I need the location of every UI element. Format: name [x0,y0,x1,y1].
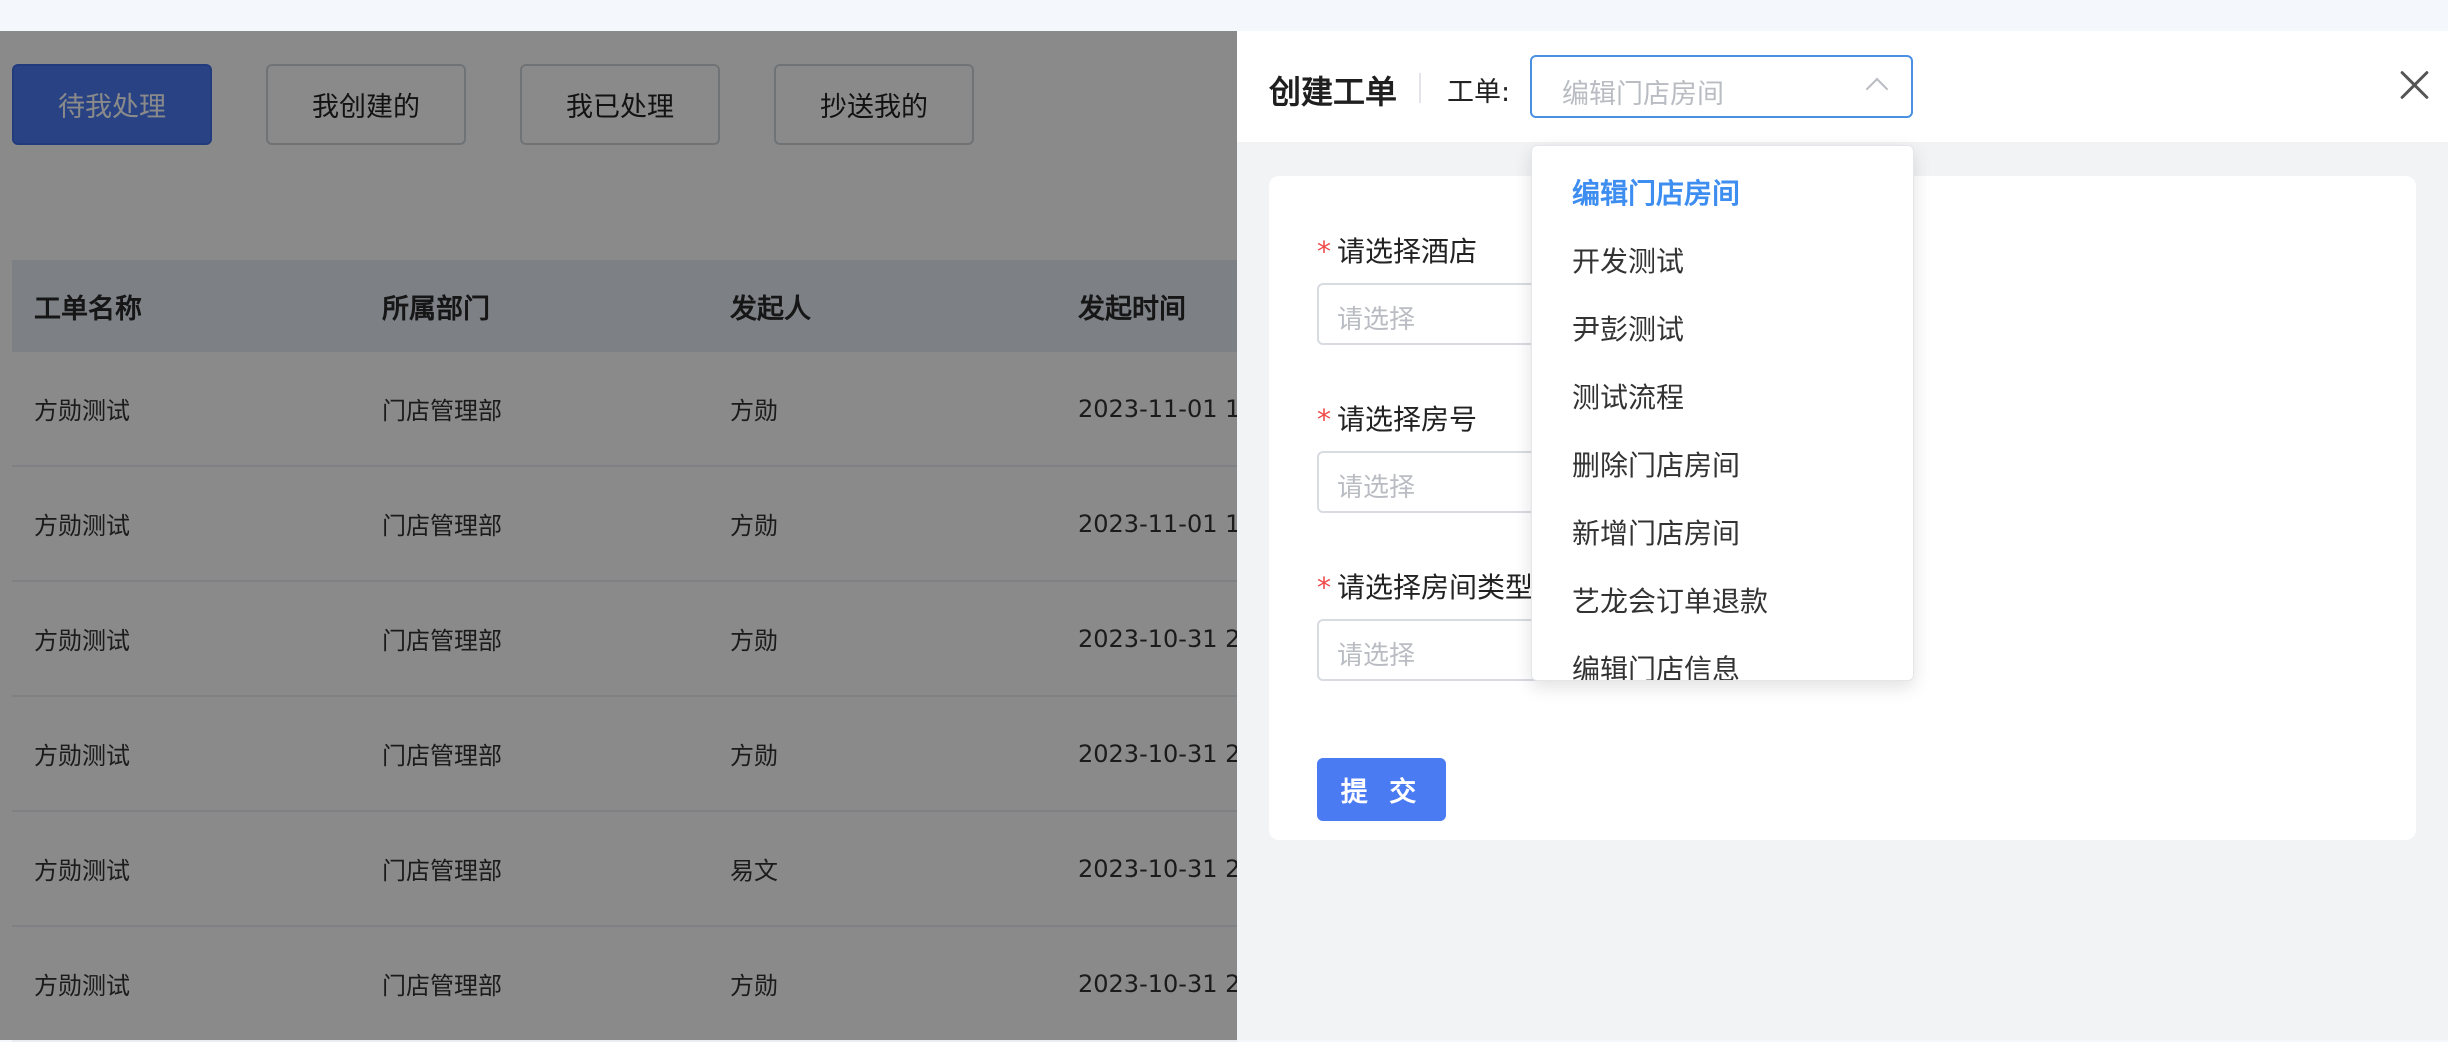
room-type-select-placeholder: 请选择 [1337,641,1416,671]
required-mark: * [1317,235,1331,268]
dropdown-option[interactable]: 编辑门店房间 [1572,172,1740,212]
modal-mask[interactable] [0,31,1237,1040]
close-icon[interactable] [2398,68,2432,102]
submit-button[interactable]: 提 交 [1317,758,1446,821]
hotel-field-label: * 请选择酒店 [1317,235,1478,268]
dropdown-option[interactable]: 艺龙会订单退款 [1572,580,1768,620]
room-number-field-label: * 请选择房号 [1317,403,1478,436]
dropdown-option[interactable]: 编辑门店信息 [1572,648,1740,680]
room-type-field-label: * 请选择房间类型 [1317,571,1534,604]
dropdown-option[interactable]: 删除门店房间 [1572,444,1740,484]
dropdown-option[interactable]: 尹彭测试 [1572,308,1684,348]
dropdown-option[interactable]: 测试流程 [1572,376,1684,416]
room-number-select-placeholder: 请选择 [1337,473,1416,503]
dropdown-option[interactable]: 新增门店房间 [1572,512,1740,552]
header-divider [1419,73,1421,103]
drawer-title: 创建工单 [1269,73,1398,111]
required-mark: * [1317,571,1331,604]
work-order-type-placeholder: 编辑门店房间 [1562,79,1724,110]
required-mark: * [1317,403,1331,436]
work-order-type-label: 工单: [1447,77,1511,108]
work-order-type-select[interactable]: 编辑门店房间 [1530,55,1913,118]
dropdown-option[interactable]: 开发测试 [1572,240,1684,280]
hotel-select-placeholder: 请选择 [1337,305,1416,335]
chevron-up-icon [1865,77,1889,101]
work-order-type-dropdown: 编辑门店房间 开发测试 尹彭测试 测试流程 删除门店房间 新增门店房间 艺龙会订… [1531,145,1914,681]
drawer-header: 创建工单 工单: 编辑门店房间 [1237,31,2448,142]
